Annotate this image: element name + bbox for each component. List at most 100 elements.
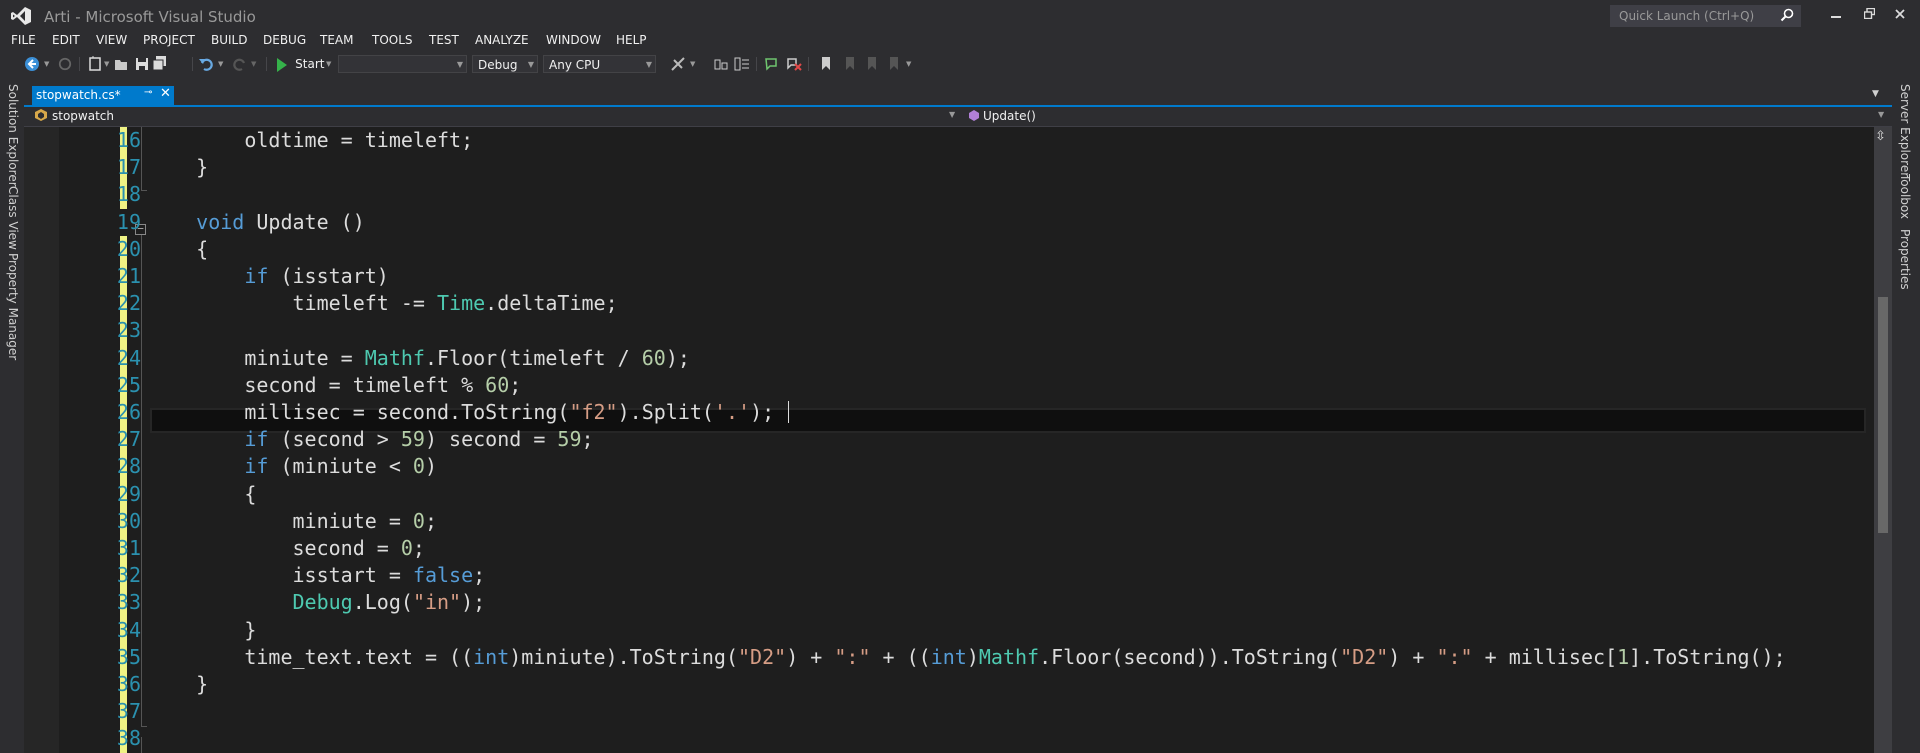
code-line: 29 { [24, 480, 1874, 509]
solution-explorer-tab[interactable]: Solution Explorer [6, 84, 20, 187]
configuration-combo[interactable]: Debug ▼ [472, 55, 538, 73]
restore-button[interactable] [1855, 4, 1883, 26]
code-text: { [148, 236, 209, 261]
visual-studio-logo-icon [11, 7, 31, 25]
text-caret [788, 401, 789, 423]
menu-view[interactable]: VIEW [96, 33, 127, 47]
code-line: 37 [24, 698, 1874, 727]
vertical-scrollbar[interactable] [1874, 127, 1892, 753]
class-icon [35, 109, 47, 121]
menu-project[interactable]: PROJECT [143, 33, 195, 47]
attach-debugger-icon[interactable] [670, 56, 686, 72]
line-number: 16 [116, 128, 141, 152]
new-dropdown-icon[interactable]: ▼ [104, 56, 109, 72]
code-text: miniute = 0; [148, 508, 437, 533]
split-window-icon[interactable]: ⇳ [1875, 129, 1886, 144]
close-window-button[interactable] [1886, 4, 1914, 26]
close-tab-icon[interactable]: ✕ [160, 86, 171, 101]
minimize-icon [1831, 16, 1841, 18]
menu-bar: FILE EDIT VIEW PROJECT BUILD DEBUG TEAM … [0, 32, 1920, 50]
menu-analyze[interactable]: ANALYZE [475, 33, 529, 47]
back-arrow-icon[interactable] [24, 56, 40, 72]
type-selector[interactable]: stopwatch ▼ [24, 107, 962, 126]
save-all-icon[interactable] [153, 56, 167, 72]
code-line-current: 26 millisec = second.ToString("f2").Spli… [24, 399, 1874, 427]
undo-dropdown-icon[interactable]: ▼ [218, 56, 223, 72]
minimize-button[interactable] [1822, 4, 1850, 26]
previous-bookmark-icon[interactable] [842, 56, 856, 72]
toolbar-separator [756, 57, 757, 71]
code-editor[interactable]: − 16 oldtime = timeleft; 17 } 18 19 void… [24, 127, 1892, 753]
configuration-value: Debug [478, 58, 518, 72]
comment-icon[interactable] [764, 56, 780, 72]
menu-debug[interactable]: DEBUG [263, 33, 306, 47]
step-icon[interactable] [714, 56, 728, 72]
code-text: oldtime = timeleft; [148, 128, 474, 152]
pin-icon[interactable]: ⊸ [144, 87, 152, 98]
search-icon [1780, 8, 1794, 22]
toolbox-tab[interactable]: Toolbox [1898, 174, 1912, 219]
platform-value: Any CPU [549, 58, 601, 72]
clear-bookmarks-icon[interactable] [886, 56, 900, 72]
menu-build[interactable]: BUILD [211, 33, 247, 47]
undo-icon[interactable] [198, 56, 214, 72]
toolbar-overflow-icon[interactable]: ▼ [906, 56, 911, 72]
code-text: } [148, 672, 209, 696]
tab-stopwatch-cs[interactable]: stopwatch.cs* ⊸ ✕ [32, 86, 174, 105]
tab-list-dropdown-icon[interactable]: ▼ [1872, 89, 1879, 99]
line-number: 37 [116, 699, 141, 724]
code-text: isstart = false; [148, 563, 486, 588]
target-combo[interactable]: ▼ [338, 55, 467, 73]
code-line: 25 second = timeleft % 60; [24, 371, 1874, 400]
code-text: Debug.Log("in"); [292, 590, 486, 615]
quick-launch-input[interactable]: Quick Launch (Ctrl+Q) [1610, 5, 1801, 27]
start-dropdown-icon[interactable]: ▼ [326, 56, 331, 72]
toolbar-separator [808, 57, 809, 71]
menu-tools[interactable]: TOOLS [372, 33, 413, 47]
bookmark-icon[interactable] [820, 56, 832, 72]
menu-team[interactable]: TEAM [320, 33, 353, 47]
code-line: 27 if (second > 59) second = 59; [24, 426, 1874, 455]
code-line: 21 if (isstart) [24, 263, 1874, 291]
line-number: 26 [116, 400, 141, 424]
property-manager-tab[interactable]: Property Manager [6, 253, 20, 360]
menu-edit[interactable]: EDIT [52, 33, 80, 47]
forward-arrow-icon[interactable] [58, 56, 72, 72]
redo-icon[interactable] [232, 56, 248, 72]
menu-file[interactable]: FILE [11, 33, 36, 47]
standard-toolbar: ▼ ▼ ▼ ▼ Start ▼ ▼ Debug ▼ Any CPU ▼ ▼ ▼ [0, 52, 1920, 78]
properties-tab[interactable]: Properties [1898, 229, 1912, 290]
line-number: 28 [116, 454, 141, 479]
new-project-icon[interactable] [88, 56, 102, 72]
scrollbar-thumb[interactable] [1878, 297, 1888, 533]
server-explorer-tab[interactable]: Server Explorer [1898, 84, 1912, 177]
chevron-down-icon: ▼ [949, 110, 956, 119]
code-line: 20 { [24, 235, 1874, 264]
method-icon [969, 110, 979, 121]
line-number: 18 [116, 182, 141, 207]
close-icon [1895, 9, 1905, 19]
line-number: 21 [116, 264, 141, 288]
code-line: 32 isstart = false; [24, 562, 1874, 591]
menu-test[interactable]: TEST [429, 33, 459, 47]
class-view-tab[interactable]: Class View [6, 186, 20, 250]
platform-combo[interactable]: Any CPU ▼ [543, 55, 656, 73]
save-icon[interactable] [135, 56, 149, 72]
menu-help[interactable]: HELP [616, 33, 647, 47]
back-dropdown-icon[interactable]: ▼ [44, 56, 49, 72]
attach-dropdown-icon[interactable]: ▼ [690, 56, 695, 72]
chevron-down-icon: ▼ [456, 60, 463, 69]
format-icon[interactable] [734, 56, 750, 72]
navigation-bar: stopwatch ▼ Update() ▼ [24, 107, 1892, 127]
member-selector[interactable]: Update() ▼ [963, 107, 1892, 126]
menu-window[interactable]: WINDOW [546, 33, 601, 47]
document-tab-strip: stopwatch.cs* ⊸ ✕ ▼ [24, 86, 1892, 107]
line-number: 30 [116, 508, 141, 533]
open-file-icon[interactable] [114, 56, 128, 72]
redo-dropdown-icon[interactable]: ▼ [251, 56, 256, 72]
next-bookmark-icon[interactable] [864, 56, 878, 72]
code-line: 22 timeleft -= Time.deltaTime; [24, 290, 1874, 319]
quick-launch-placeholder: Quick Launch (Ctrl+Q) [1619, 9, 1755, 23]
code-text: } [148, 617, 257, 642]
uncomment-icon[interactable] [786, 56, 802, 72]
